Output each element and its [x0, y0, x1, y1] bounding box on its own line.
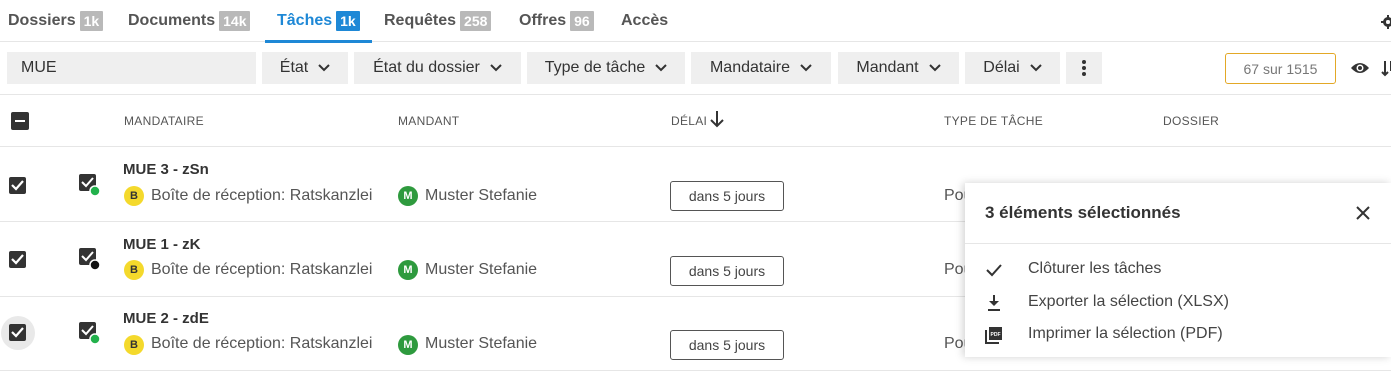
- count-badge: 1k: [79, 11, 104, 31]
- task-status-icon: [79, 174, 101, 197]
- check-icon: [11, 327, 24, 338]
- check-icon: [11, 180, 24, 191]
- avatar: B: [124, 335, 144, 355]
- download-icon: [988, 295, 1000, 311]
- column-header-mandataire[interactable]: MANDATAIRE: [124, 114, 204, 128]
- avatar: M: [398, 186, 418, 206]
- arrow-down-icon: [710, 111, 724, 128]
- close-tasks-action[interactable]: Clôturer les tâches: [965, 255, 1391, 285]
- filter-label: État: [279, 59, 309, 76]
- eye-icon[interactable]: [1350, 60, 1370, 76]
- more-vertical-icon: [1082, 60, 1086, 76]
- task-title[interactable]: MUE 1 - zK: [123, 236, 201, 253]
- filter-label: Mandataire: [709, 59, 791, 76]
- tab-label: Documents: [128, 12, 216, 29]
- filter-delai[interactable]: Délai: [965, 52, 1060, 84]
- deadline-badge: dans 5 jours: [670, 256, 784, 286]
- check-icon: [11, 254, 24, 265]
- chevron-down-icon: [490, 64, 502, 72]
- task-status-icon: [79, 248, 101, 271]
- avatar: B: [124, 186, 144, 206]
- chevron-down-icon: [655, 64, 667, 72]
- tab-label: Tâches: [277, 12, 333, 29]
- search-input[interactable]: [7, 52, 256, 84]
- mandant-name: Muster Stefanie: [425, 187, 538, 204]
- column-header-mandant[interactable]: MANDANT: [398, 114, 459, 128]
- sort-icon[interactable]: [1381, 59, 1391, 77]
- filter-etat-dossier[interactable]: État du dossier: [354, 52, 521, 84]
- tab-bar: Dossiers 1k Documents 14k Tâches 1k Requ…: [0, 0, 1391, 43]
- more-filters-button[interactable]: [1066, 52, 1102, 84]
- tab-label: Accès: [621, 12, 669, 29]
- table-header: MANDATAIRE MANDANT DÉLAI TYPE DE TÂCHE D…: [0, 96, 1391, 147]
- count-badge: 258: [460, 11, 492, 31]
- print-pdf-action[interactable]: PDF Imprimer la sélection (PDF): [965, 320, 1391, 350]
- selection-panel: 3 éléments sélectionnés Clôturer les tâc…: [965, 183, 1391, 357]
- row-checkbox[interactable]: [9, 251, 26, 268]
- action-label: Exporter la sélection (XLSX): [1028, 293, 1229, 310]
- result-count: 67 sur 1515: [1225, 53, 1336, 84]
- count-badge: 1k: [336, 11, 360, 31]
- filter-etat[interactable]: État: [262, 52, 348, 84]
- avatar: M: [398, 335, 418, 355]
- mandataire-name: Boîte de réception: Ratskanzlei: [151, 261, 373, 278]
- chevron-down-icon: [928, 64, 941, 72]
- tab-dossiers[interactable]: Dossiers 1k: [8, 0, 104, 42]
- avatar: B: [124, 260, 144, 280]
- action-label: Imprimer la sélection (PDF): [1028, 325, 1223, 342]
- select-all-checkbox[interactable]: [11, 112, 29, 130]
- task-title[interactable]: MUE 3 - zSn: [123, 161, 209, 178]
- chevron-down-icon: [800, 64, 812, 72]
- mandant-name: Muster Stefanie: [425, 335, 538, 352]
- column-header-dossier[interactable]: DOSSIER: [1163, 114, 1219, 128]
- tab-documents[interactable]: Documents 14k: [128, 0, 251, 42]
- task-status-icon: [79, 322, 101, 345]
- mandataire-name: Boîte de réception: Ratskanzlei: [151, 335, 373, 352]
- filter-mandant[interactable]: Mandant: [838, 52, 959, 84]
- export-xlsx-action[interactable]: Exporter la sélection (XLSX): [965, 288, 1391, 318]
- filter-label: Délai: [983, 59, 1020, 76]
- tab-label: Requêtes: [384, 12, 457, 29]
- filter-label: Mandant: [856, 59, 919, 76]
- column-header-delai[interactable]: DÉLAI: [671, 114, 707, 128]
- gear-icon[interactable]: [1381, 15, 1391, 29]
- mandant-name: Muster Stefanie: [425, 261, 538, 278]
- selection-panel-header: 3 éléments sélectionnés: [965, 183, 1391, 244]
- tab-requetes[interactable]: Requêtes 258: [384, 0, 492, 42]
- pdf-icon: PDF: [985, 327, 1002, 344]
- filter-bar: État État du dossier Type de tâche Manda…: [0, 43, 1391, 95]
- mandataire-name: Boîte de réception: Ratskanzlei: [151, 187, 373, 204]
- filter-label: Type de tâche: [544, 59, 646, 76]
- tab-offres[interactable]: Offres 96: [519, 0, 594, 42]
- filter-label: État du dossier: [373, 59, 480, 76]
- column-header-type[interactable]: TYPE DE TÂCHE: [944, 114, 1043, 128]
- count-badge: 96: [570, 11, 594, 31]
- avatar: M: [398, 260, 418, 280]
- deadline-badge: dans 5 jours: [670, 330, 784, 360]
- tab-label: Dossiers: [8, 12, 76, 29]
- chevron-down-icon: [1030, 64, 1042, 72]
- deadline-badge: dans 5 jours: [670, 181, 784, 211]
- close-icon[interactable]: [1356, 206, 1370, 220]
- selection-title: 3 éléments sélectionnés: [985, 203, 1181, 222]
- chevron-down-icon: [318, 64, 330, 72]
- row-checkbox[interactable]: [9, 177, 26, 194]
- check-icon: [986, 264, 1002, 277]
- svg-text:PDF: PDF: [991, 332, 1001, 338]
- tab-taches[interactable]: Tâches 1k: [265, 0, 372, 43]
- tab-acces[interactable]: Accès: [621, 0, 668, 42]
- task-title[interactable]: MUE 2 - zdE: [123, 310, 209, 327]
- row-checkbox[interactable]: [9, 324, 26, 341]
- filter-mandataire[interactable]: Mandataire: [691, 52, 831, 84]
- tab-label: Offres: [519, 12, 567, 29]
- filter-type-tache[interactable]: Type de tâche: [527, 52, 685, 84]
- action-label: Clôturer les tâches: [1028, 260, 1162, 277]
- count-badge: 14k: [219, 11, 251, 31]
